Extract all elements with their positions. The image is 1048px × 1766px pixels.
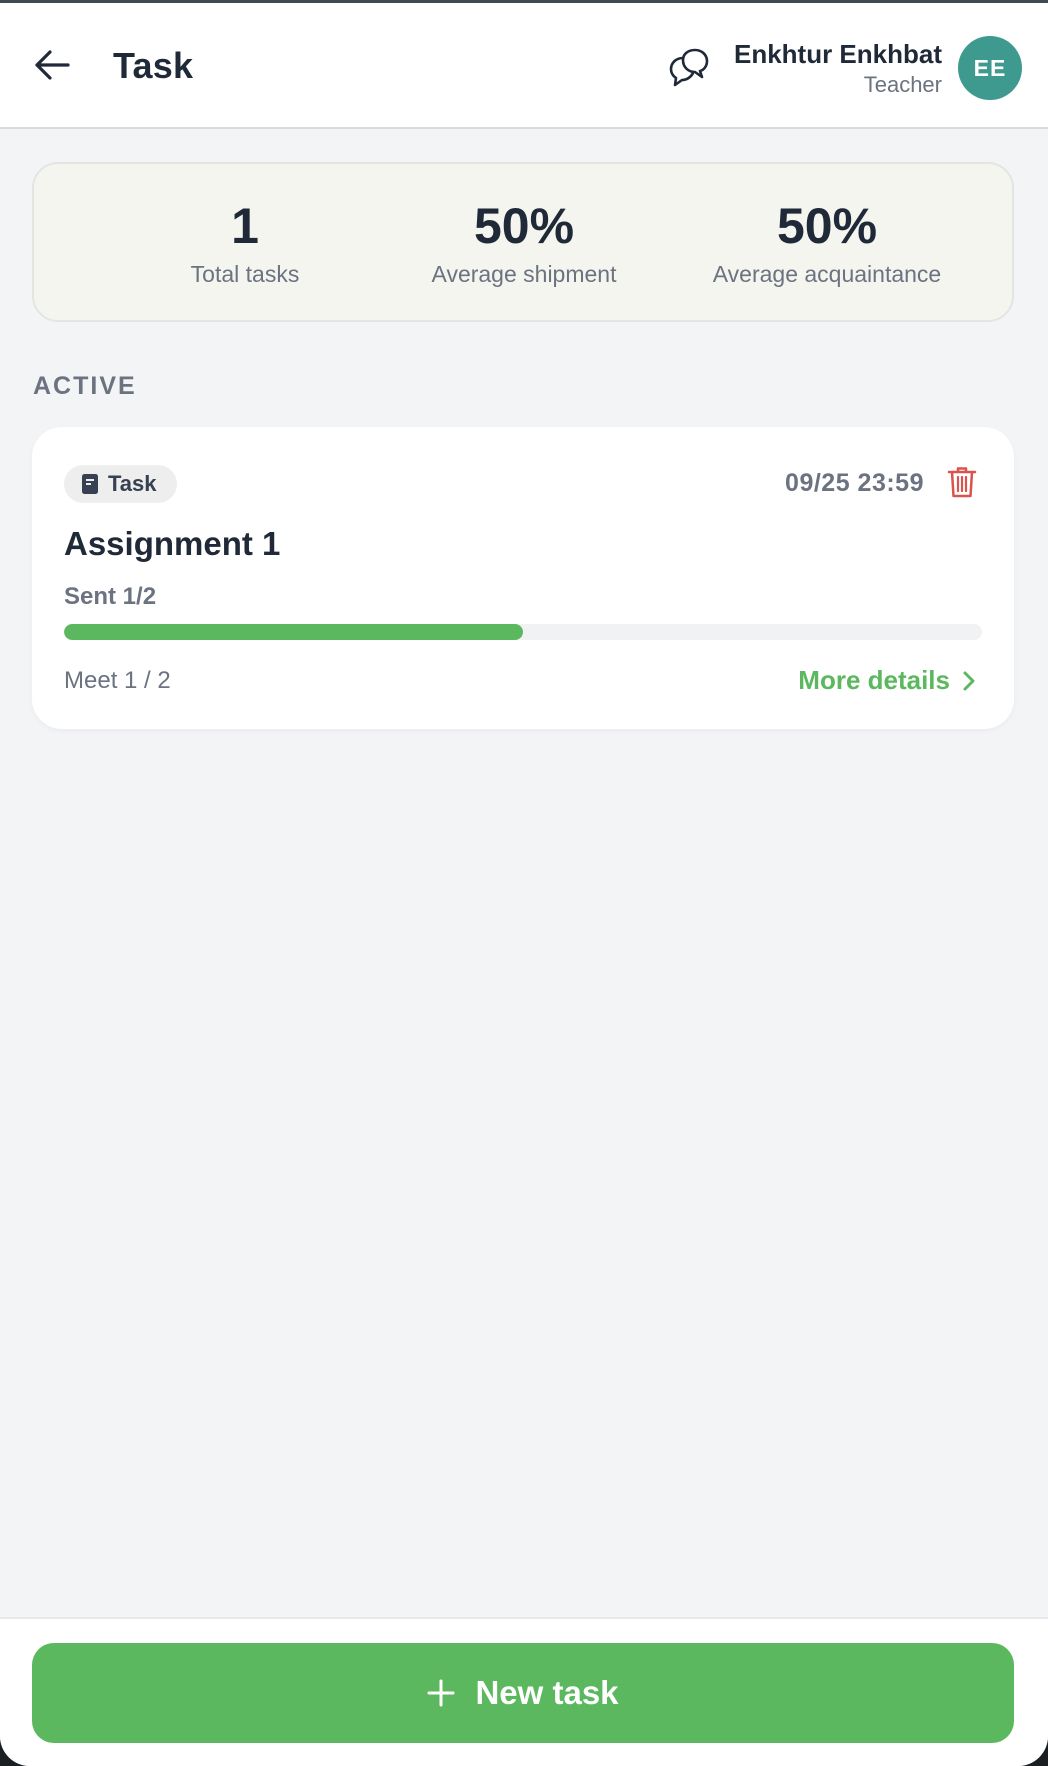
task-deadline: 09/25 23:59: [785, 469, 924, 497]
page-title: Task: [113, 45, 194, 86]
stats-panel: 1 Total tasks 50% Average shipment 50% A…: [32, 162, 1014, 322]
more-details-link[interactable]: More details: [798, 665, 976, 696]
user-info: Enkhtur Enkhbat Teacher: [734, 37, 942, 99]
bottom-action-bar: New task: [0, 1617, 1048, 1766]
new-task-label: New task: [475, 1674, 619, 1711]
submission-progress-bar: [64, 624, 982, 640]
stat-label: Total tasks: [190, 261, 300, 287]
plus-icon: [427, 1679, 455, 1707]
task-title: Assignment 1: [64, 525, 281, 562]
new-task-button[interactable]: New task: [32, 1643, 1014, 1743]
top-bar: Task Enkhtur Enkhbat Teacher EE: [0, 3, 1048, 129]
stat-label: Average shipment: [431, 261, 617, 287]
stat-value: 1: [231, 198, 259, 254]
section-heading: ACTIVE: [33, 372, 137, 400]
more-details-label: More details: [798, 665, 950, 695]
stat-value: 50%: [473, 198, 575, 254]
stat-average-shipment: 50% Average shipment: [369, 196, 679, 290]
document-icon: [82, 474, 98, 494]
chevron-right-icon: [963, 671, 975, 690]
chat-button[interactable]: [664, 43, 714, 93]
task-card[interactable]: Task 09/25 23:59 Assignment 1 Sent 1/2 M…: [32, 427, 1014, 729]
meet-count: Meet 1 / 2: [64, 667, 171, 694]
task-type-label: Task: [108, 471, 157, 496]
back-button[interactable]: [28, 41, 76, 89]
trash-icon: [947, 467, 977, 498]
stat-value: 50%: [776, 198, 878, 254]
task-type-badge: Task: [64, 465, 177, 503]
stat-label: Average acquaintance: [712, 261, 942, 287]
chat-bubbles-icon: [669, 48, 709, 87]
stat-average-acquaintance: 50% Average acquaintance: [672, 196, 982, 290]
stat-total-tasks: 1 Total tasks: [90, 196, 400, 290]
app-frame: Task Enkhtur Enkhbat Teacher EE 1 Total …: [0, 0, 1048, 1766]
user-name: Enkhtur Enkhbat: [733, 39, 942, 69]
progress-fill: [64, 624, 523, 640]
delete-task-button[interactable]: [944, 463, 980, 501]
avatar[interactable]: EE: [958, 36, 1022, 100]
user-role: Teacher: [863, 72, 942, 97]
arrow-left-icon: [35, 50, 70, 80]
sent-count: Sent 1/2: [64, 583, 157, 610]
